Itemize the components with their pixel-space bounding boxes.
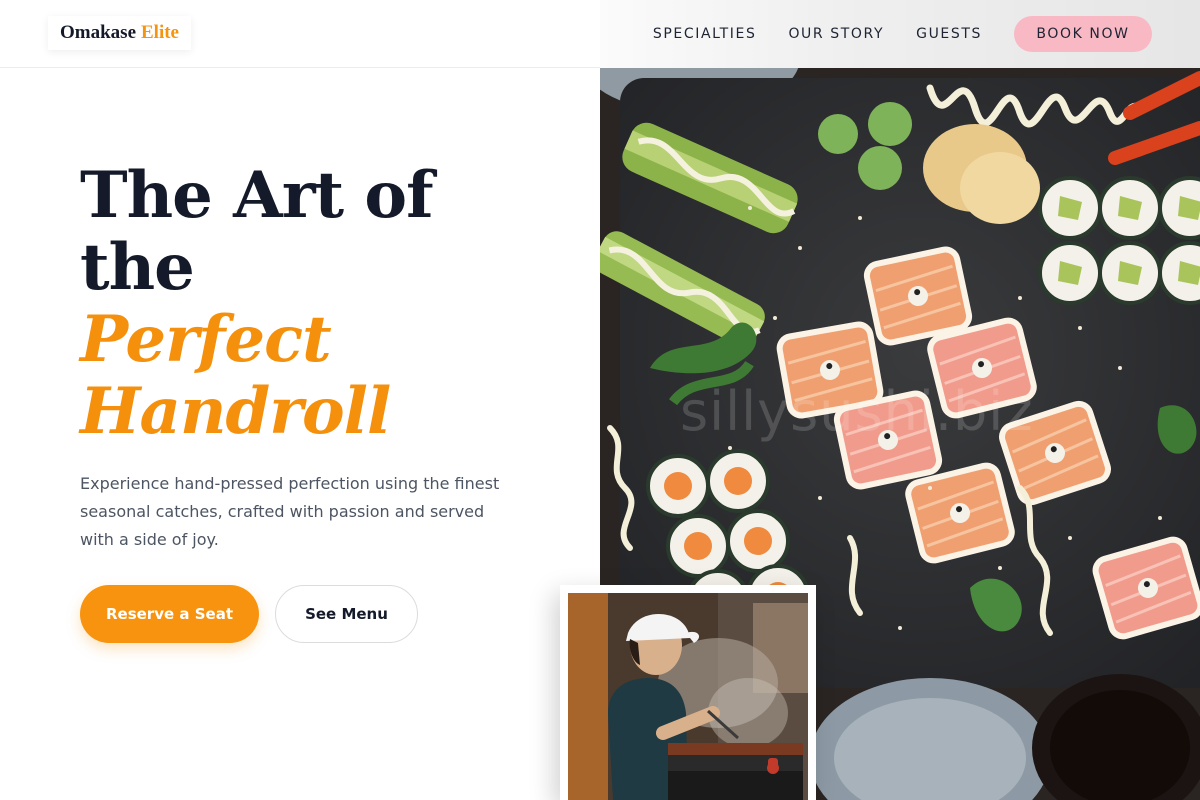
chef-grilling-image <box>568 593 808 800</box>
hero-title-line: the <box>80 230 195 305</box>
hero-title-accent: Handroll <box>80 374 391 449</box>
brand-name-accent: Elite <box>141 22 179 43</box>
hero-title-accent: Perfect <box>80 302 332 377</box>
hero-description: Experience hand-pressed perfection using… <box>80 474 500 549</box>
brand-logo[interactable]: Omakase Elite <box>48 16 191 50</box>
see-menu-button[interactable]: See Menu <box>275 585 418 643</box>
nav-link-guests[interactable]: GUESTS <box>916 26 982 42</box>
nav-link-specialties[interactable]: SPECIALTIES <box>653 26 757 42</box>
site-header: Omakase Elite SPECIALTIES OUR STORY GUES… <box>0 0 1200 68</box>
hero-title-line: The Art of <box>80 158 434 233</box>
nav-link-our-story[interactable]: OUR STORY <box>788 26 884 42</box>
reserve-seat-button[interactable]: Reserve a Seat <box>80 585 259 643</box>
image-watermark: sillysushi.biz <box>680 380 1034 443</box>
hero-title: The Art of the Perfect Handroll <box>80 158 434 449</box>
chef-photo-card <box>560 585 816 800</box>
main-nav: SPECIALTIES OUR STORY GUESTS BOOK NOW <box>653 16 1152 52</box>
brand-name-main: Omakase <box>60 22 136 43</box>
book-now-button[interactable]: BOOK NOW <box>1014 16 1152 52</box>
